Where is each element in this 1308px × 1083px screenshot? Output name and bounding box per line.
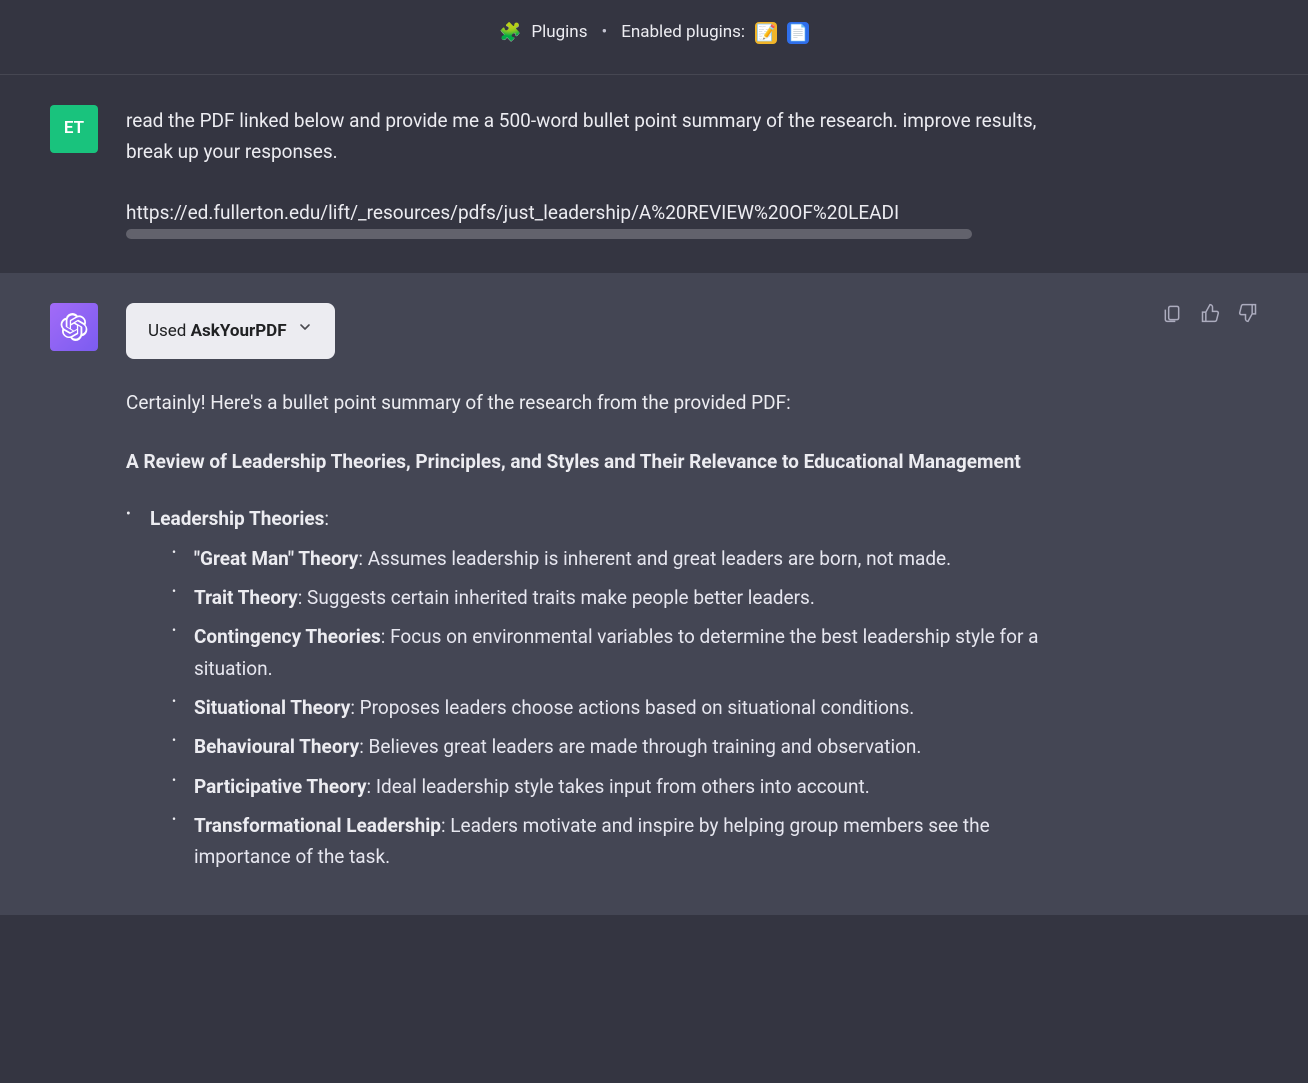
plugin-used-chip[interactable]: Used AskYourPDF bbox=[126, 303, 335, 359]
summary-list: Leadership Theories: "Great Man" Theory:… bbox=[126, 503, 1066, 872]
clipboard-icon bbox=[1162, 303, 1182, 323]
list-item: Trait Theory: Suggests certain inherited… bbox=[166, 582, 1066, 613]
theory-desc: : Ideal leadership style takes input fro… bbox=[367, 775, 870, 798]
assistant-intro: Certainly! Here's a bullet point summary… bbox=[126, 387, 1066, 418]
list-item: Participative Theory: Ideal leadership s… bbox=[166, 771, 1066, 802]
user-url-text: https://ed.fullerton.edu/lift/_resources… bbox=[126, 197, 1066, 238]
separator-dot: • bbox=[601, 20, 607, 46]
assistant-actions bbox=[1162, 303, 1258, 323]
theory-name: Behavioural Theory bbox=[194, 735, 359, 758]
document-title: A Review of Leadership Theories, Princip… bbox=[126, 446, 1066, 477]
enabled-plugin-icon-2[interactable]: 📄 bbox=[787, 22, 809, 44]
assistant-avatar bbox=[50, 303, 98, 351]
list-item: Transformational Leadership: Leaders mot… bbox=[166, 810, 1066, 873]
user-avatar: ET bbox=[50, 105, 98, 153]
theory-desc: : Believes great leaders are made throug… bbox=[359, 735, 921, 758]
theory-list: "Great Man" Theory: Assumes leadership i… bbox=[150, 543, 1066, 873]
theory-name: Situational Theory bbox=[194, 696, 350, 719]
plugins-label: Plugins bbox=[531, 20, 587, 46]
enabled-plugin-icon-1[interactable]: 📝 bbox=[755, 22, 777, 44]
theory-name: Transformational Leadership bbox=[194, 814, 441, 837]
theory-desc: : Proposes leaders choose actions based … bbox=[350, 696, 914, 719]
assistant-message: Used AskYourPDF Certainly! Here's a bull… bbox=[0, 273, 1308, 915]
theory-desc: : Suggests certain inherited traits make… bbox=[298, 586, 815, 609]
enabled-plugins-label: Enabled plugins: bbox=[621, 20, 745, 46]
copy-button[interactable] bbox=[1162, 303, 1182, 323]
plugin-chip-prefix: Used bbox=[148, 321, 191, 341]
theory-name: "Great Man" Theory bbox=[194, 547, 358, 570]
plugin-chip-name: AskYourPDF bbox=[191, 321, 287, 341]
user-message-body: read the PDF linked below and provide me… bbox=[126, 105, 1066, 239]
assistant-message-body: Used AskYourPDF Certainly! Here's a bull… bbox=[126, 303, 1066, 881]
thumbs-up-button[interactable] bbox=[1200, 303, 1220, 323]
list-item: Contingency Theories: Focus on environme… bbox=[166, 621, 1066, 684]
list-item: "Great Man" Theory: Assumes leadership i… bbox=[166, 543, 1066, 574]
list-item: Situational Theory: Proposes leaders cho… bbox=[166, 692, 1066, 723]
user-avatar-initials: ET bbox=[64, 116, 84, 142]
user-message: ET read the PDF linked below and provide… bbox=[0, 75, 1308, 273]
theory-name: Trait Theory bbox=[194, 586, 298, 609]
theory-desc: : Assumes leadership is inherent and gre… bbox=[358, 547, 951, 570]
thumbs-down-icon bbox=[1238, 303, 1258, 323]
section-heading-suffix: : bbox=[324, 507, 329, 530]
summary-section: Leadership Theories: "Great Man" Theory:… bbox=[126, 503, 1066, 872]
thumbs-up-icon bbox=[1200, 303, 1220, 323]
list-item: Behavioural Theory: Believes great leade… bbox=[166, 731, 1066, 762]
user-prompt-text: read the PDF linked below and provide me… bbox=[126, 105, 1066, 168]
plugins-header: 🧩 Plugins • Enabled plugins: 📝 📄 bbox=[0, 0, 1308, 75]
openai-logo-icon bbox=[60, 313, 88, 341]
puzzle-piece-icon: 🧩 bbox=[499, 24, 521, 42]
section-heading: Leadership Theories bbox=[150, 507, 324, 530]
thumbs-down-button[interactable] bbox=[1238, 303, 1258, 323]
theory-name: Participative Theory bbox=[194, 775, 367, 798]
theory-name: Contingency Theories bbox=[194, 625, 381, 648]
chevron-down-icon bbox=[297, 319, 313, 343]
